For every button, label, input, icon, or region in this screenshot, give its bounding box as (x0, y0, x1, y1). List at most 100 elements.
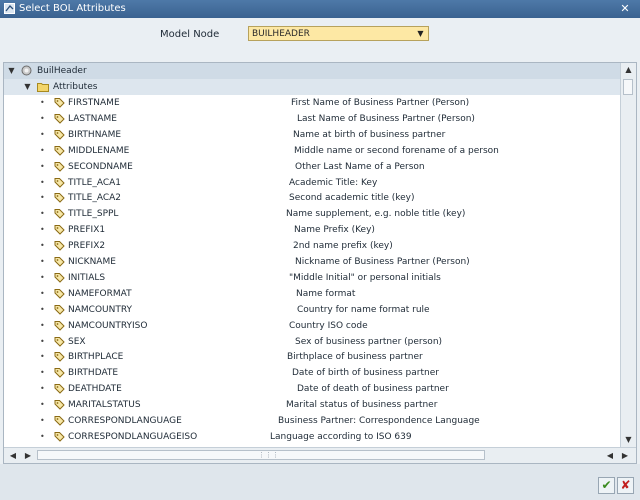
attribute-tag-icon (54, 193, 65, 204)
attribute-row[interactable]: • INITIALS "Middle Initial" or personal in… (4, 270, 622, 286)
attribute-description: Second academic title (key) (289, 193, 415, 204)
attribute-row[interactable]: • TITLE_SPPL Name supplement, e.g. noble t… (4, 206, 622, 222)
attribute-description: Middle name or second forename of a pers… (294, 145, 499, 156)
tree-bullet-icon: • (40, 288, 45, 298)
attribute-name: DEATHDATE (68, 384, 122, 395)
tree-bullet-icon: • (40, 209, 45, 219)
attribute-name: BIRTHDATE (68, 368, 119, 379)
attribute-description: Date of birth of business partner (292, 368, 439, 379)
scroll-left-end-icon[interactable]: ◀ (604, 448, 616, 463)
model-node-dropdown[interactable]: BUILHEADER ▼ (248, 26, 429, 41)
attribute-description: Academic Title: Key (289, 177, 378, 188)
attribute-row[interactable]: • PREFIX1 Name Prefix (Key) (4, 222, 622, 238)
attribute-description: Name supplement, e.g. noble title (key) (286, 209, 466, 220)
attribute-description: Sex of business partner (person) (295, 336, 443, 347)
tree-bullet-icon: • (40, 336, 45, 346)
attribute-tag-icon (54, 145, 65, 156)
attribute-description: Language according to ISO 639 (270, 431, 412, 442)
folder-label: Attributes (53, 82, 98, 92)
attribute-row[interactable]: • PREFIX2 2nd name prefix (key) (4, 238, 622, 254)
attribute-description: Birthplace of business partner (287, 352, 423, 363)
tree-bullet-icon: • (40, 304, 45, 314)
attribute-tag-icon (54, 288, 65, 299)
attribute-tree: ▼ BuilHeader ▼ Attributes • FIRSTNAME Firs… (3, 62, 637, 464)
attribute-row[interactable]: • CORRESPONDLANGUAGEISO Language according… (4, 429, 622, 445)
attribute-tag-icon (54, 400, 65, 410)
node-icon (21, 65, 32, 76)
attribute-row[interactable]: • DEATHDATE Date of death of business part… (4, 381, 622, 397)
vertical-scrollbar[interactable]: ▲ ▼ (620, 63, 636, 447)
attribute-row[interactable]: • BIRTHPLACE Birthplace of business partne… (4, 349, 622, 365)
root-node-label: BuilHeader (37, 66, 87, 76)
attribute-row[interactable]: • FIRSTNAME First Name of Business Partner… (4, 95, 622, 111)
attribute-description: Name format (296, 288, 356, 299)
attribute-tag-icon (54, 384, 65, 394)
attribute-description: Other Last Name of a Person (295, 161, 425, 172)
scroll-right-end-icon[interactable]: ▶ (619, 448, 631, 463)
scroll-right-icon[interactable]: ▶ (22, 448, 34, 463)
attribute-name: SECONDNAME (68, 161, 133, 172)
confirm-button[interactable]: ✔ (598, 477, 615, 494)
attribute-tag-icon (54, 225, 65, 235)
scroll-up-icon[interactable]: ▲ (621, 63, 636, 77)
attributes-folder-node[interactable]: ▼ Attributes (4, 79, 622, 95)
collapse-folder-icon[interactable]: ▼ (23, 79, 32, 95)
folder-icon (37, 83, 49, 92)
scroll-left-icon[interactable]: ◀ (7, 448, 19, 463)
tree-bullet-icon: • (40, 177, 45, 187)
attribute-description: Country ISO code (289, 320, 368, 331)
dialog-content: Model Node BUILHEADER ▼ ▼ BuilHeader ▼ A… (0, 18, 640, 464)
attribute-row[interactable]: • CORRESPONDLANGUAGE Business Partner: Cor… (4, 413, 622, 429)
attribute-name: FIRSTNAME (68, 98, 120, 108)
attribute-name: PREFIX1 (68, 225, 106, 236)
attribute-tag-icon (54, 368, 65, 379)
attribute-row[interactable]: • MIDDLENAME Middle name or second forenam… (4, 143, 622, 159)
vertical-scroll-thumb[interactable] (623, 79, 633, 95)
horizontal-scroll-thumb[interactable]: ⋮⋮⋮ (37, 450, 485, 460)
attribute-row[interactable]: • TITLE_ACA2 Second academic title (key) (4, 190, 622, 206)
attribute-name: MIDDLENAME (68, 145, 130, 156)
tree-bullet-icon: • (40, 161, 45, 171)
attribute-description: 2nd name prefix (key) (293, 241, 393, 252)
attribute-description: Name at birth of business partner (293, 129, 446, 140)
attribute-description: Date of death of business partner (297, 384, 449, 395)
attribute-tag-icon (54, 272, 65, 283)
attribute-tag-icon (54, 177, 65, 188)
attribute-tag-icon (54, 431, 65, 442)
attribute-description: "Middle Initial" or personal initials (289, 272, 441, 283)
attribute-name: NAMEFORMAT (68, 288, 132, 299)
cancel-button[interactable]: ✘ (617, 477, 634, 494)
attribute-description: Nickname of Business Partner (Person) (295, 257, 470, 267)
tree-root-node[interactable]: ▼ BuilHeader (4, 63, 622, 79)
horizontal-scrollbar[interactable]: ◀ ▶ ⋮⋮⋮ ◀ ▶ (4, 447, 636, 463)
close-window-button[interactable]: ✕ (618, 2, 632, 16)
dropdown-arrow-icon[interactable]: ▼ (415, 28, 426, 39)
tree-bullet-icon: • (40, 416, 45, 425)
attribute-tag-icon (54, 98, 65, 108)
title-bar: Select BOL Attributes ✕ (0, 0, 640, 18)
attribute-row[interactable]: • NAMEFORMAT Name format (4, 286, 622, 302)
tree-bullet-icon: • (40, 129, 45, 139)
tree-bullet-icon: • (40, 98, 45, 107)
attribute-row[interactable]: • NAMCOUNTRYISO Country ISO code (4, 318, 622, 334)
attribute-row[interactable]: • BIRTHDATE Date of birth of business part… (4, 365, 622, 381)
scroll-down-icon[interactable]: ▼ (621, 433, 636, 447)
attribute-row[interactable]: • NAMCOUNTRY Country for name format rule (4, 302, 622, 318)
attribute-description: Last Name of Business Partner (Person) (297, 113, 475, 124)
attribute-name: SEX (68, 336, 86, 347)
attribute-row[interactable]: • SECONDNAME Other Last Name of a Person (4, 159, 622, 175)
tree-bullet-icon: • (40, 225, 45, 235)
attribute-row[interactable]: • TITLE_ACA1 Academic Title: Key (4, 175, 622, 191)
attribute-row[interactable]: • BIRTHNAME Name at birth of business part… (4, 127, 622, 143)
attribute-row[interactable]: • SEX Sex of business partner (person) (4, 334, 622, 350)
attribute-tag-icon (54, 113, 65, 124)
attribute-description: Business Partner: Correspondence Languag… (278, 416, 480, 426)
attribute-name: CORRESPONDLANGUAGEISO (68, 431, 198, 442)
collapse-root-icon[interactable]: ▼ (7, 63, 16, 79)
attribute-row[interactable]: • NICKNAME Nickname of Business Partner (P… (4, 254, 622, 270)
attribute-row[interactable]: • MARITALSTATUS Marital status of business… (4, 397, 622, 413)
dialog-footer: ✔ ✘ (0, 464, 640, 500)
attribute-row[interactable]: • LASTNAME Last Name of Business Partner (… (4, 111, 622, 127)
attribute-tag-icon (54, 129, 65, 140)
attribute-name: CORRESPONDLANGUAGE (68, 416, 182, 426)
